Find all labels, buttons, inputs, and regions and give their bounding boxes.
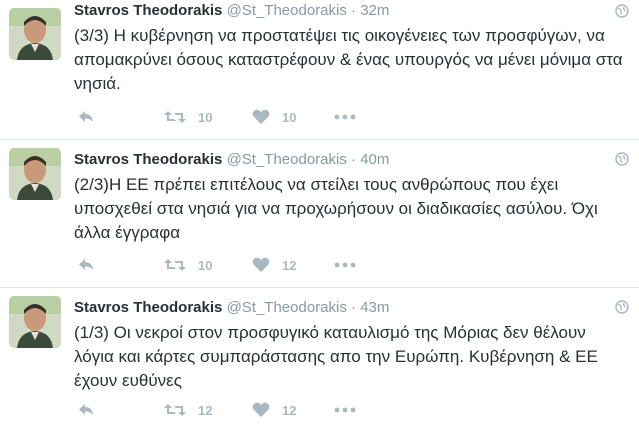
tweet-header: Stavros Theodorakis @St_Theodorakis · 43…: [74, 298, 389, 318]
globe-icon: [615, 4, 629, 18]
reply-button[interactable]: [78, 108, 96, 126]
author-name[interactable]: Stavros Theodorakis: [74, 2, 222, 19]
globe-icon: [615, 300, 629, 314]
reply-button[interactable]: [78, 256, 96, 274]
separator: ·: [351, 299, 357, 316]
reply-icon: [79, 259, 93, 270]
more-button[interactable]: [334, 108, 356, 126]
author-handle[interactable]: @St_Theodorakis: [227, 299, 347, 316]
more-icon: [334, 407, 356, 413]
heart-icon: [252, 257, 270, 272]
like-button[interactable]: 10: [252, 108, 296, 126]
author-name[interactable]: Stavros Theodorakis: [74, 299, 222, 316]
heart-icon: [252, 109, 270, 124]
separator: ·: [351, 2, 357, 19]
globe-icon: [615, 152, 629, 166]
like-count: 12: [282, 257, 297, 273]
avatar[interactable]: [9, 296, 61, 348]
like-count: 12: [282, 402, 297, 418]
retweet-count: 10: [198, 109, 213, 125]
separator: ·: [351, 151, 357, 168]
tweet-text: (2/3)Η ΕΕ πρέπει επιτέλους να στείλει το…: [74, 175, 598, 242]
retweet-button[interactable]: 12: [164, 401, 212, 419]
more-button[interactable]: [334, 401, 356, 419]
like-button[interactable]: 12: [252, 401, 296, 419]
tweet-text: (1/3) Οι νεκροί στον προσφυγικό καταυλισ…: [74, 323, 598, 390]
tweet: Stavros Theodorakis @St_Theodorakis · 32…: [0, 0, 639, 140]
retweet-count: 12: [198, 402, 213, 418]
like-button[interactable]: 12: [252, 256, 296, 274]
retweet-icon: [164, 111, 186, 123]
reply-icon: [79, 111, 93, 122]
reply-button[interactable]: [78, 401, 96, 419]
tweet: Stavros Theodorakis @St_Theodorakis · 43…: [0, 288, 639, 428]
tweet: Stavros Theodorakis @St_Theodorakis · 40…: [0, 140, 639, 288]
timestamp[interactable]: 40m: [360, 151, 389, 168]
more-icon: [334, 262, 356, 268]
like-count: 10: [282, 109, 297, 125]
tweet-actions: 10 12: [74, 256, 634, 274]
retweet-button[interactable]: 10: [164, 108, 212, 126]
tweet-actions: 10 10: [74, 108, 634, 126]
timestamp[interactable]: 32m: [360, 2, 389, 19]
tweet-header: Stavros Theodorakis @St_Theodorakis · 32…: [74, 1, 389, 21]
tweet-header: Stavros Theodorakis @St_Theodorakis · 40…: [74, 150, 389, 170]
tweet-text: (3/3) Η κυβέρνηση να προστατέψει τις οικ…: [74, 26, 623, 93]
retweet-count: 10: [198, 257, 213, 273]
retweet-icon: [164, 404, 186, 416]
heart-icon: [252, 402, 270, 417]
avatar[interactable]: [9, 8, 61, 60]
author-name[interactable]: Stavros Theodorakis: [74, 151, 222, 168]
tweet-actions: 12 12: [74, 401, 634, 419]
more-icon: [334, 114, 356, 120]
avatar[interactable]: [9, 148, 61, 200]
author-handle[interactable]: @St_Theodorakis: [227, 151, 347, 168]
timestamp[interactable]: 43m: [360, 299, 389, 316]
tweet-timeline: Stavros Theodorakis @St_Theodorakis · 32…: [0, 0, 639, 428]
retweet-icon: [164, 259, 186, 271]
author-handle[interactable]: @St_Theodorakis: [227, 2, 347, 19]
more-button[interactable]: [334, 256, 356, 274]
retweet-button[interactable]: 10: [164, 256, 212, 274]
reply-icon: [79, 404, 93, 415]
